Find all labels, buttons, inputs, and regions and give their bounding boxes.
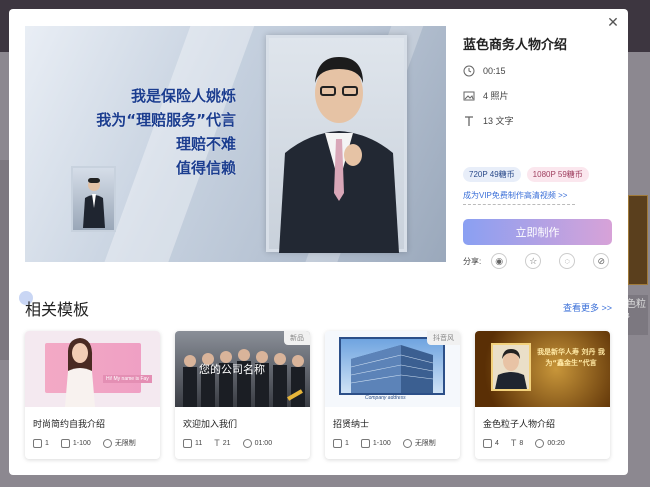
template-card-stats: 11 T 21 01:00 [183,438,310,448]
person-image [83,178,105,228]
photos-count: 4 照片 [483,91,509,101]
image-icon [33,438,42,448]
template-tag-badge: 新品 [284,331,310,345]
background-thumb [628,195,648,285]
template-preview[interactable]: 我是保险人姚烁 我为“理赔服务”代言 理赔不难 值得信赖 [25,26,446,262]
template-card[interactable]: 您的公司名称 新品 欢迎加入我们 11 T 21 01:00 [175,331,310,459]
text-icon: T [510,438,517,448]
template-card-stats: 1 1-100 无限制 [33,438,160,448]
person-image [279,57,399,253]
related-templates-list: Hi! My name is Fay 时尚简约自我介绍 1 1-100 无限制 [25,331,610,459]
image-icon [183,438,192,448]
text-count: 13 文字 [483,116,514,126]
template-title: 蓝色商务人物介绍 [463,37,568,52]
clock-icon [102,438,112,448]
image-icon [333,438,342,448]
template-thumbnail: Hi! My name is Fay [25,331,160,407]
slogan-line: 值得信赖 [175,159,236,177]
template-thumbnail: 您的公司名称 新品 [175,331,310,407]
template-card-title: 金色粒子人物介绍 [483,419,556,429]
thumbnail-caption: Company address [365,395,406,401]
duration-row: 00:15 [463,65,613,77]
text-row: 13 文字 [463,114,613,127]
qq-icon[interactable]: ◉ [491,253,508,269]
photos-row: 4 照片 [463,89,613,102]
price-1080-badge: 1080P 59糖币 [526,167,589,182]
share-label: 分享: [463,256,482,266]
price-720-badge: 720P 49糖币 [463,167,521,182]
clock-icon [402,438,412,448]
template-thumbnail: 我是新华人寿 刘丹 我为“鑫金生”代言 [475,331,610,407]
see-more-link[interactable]: 查看更多 >> [563,301,612,314]
slogan-line: 理赔不难 [175,135,236,153]
template-card-title: 招贤纳士 [333,419,370,429]
price-chips: 720P 49糖币 1080P 59糖币 [463,167,613,182]
preview-slogan: 我是保险人姚烁 我为“理赔服务”代言 理赔不难 值得信赖 [25,84,236,180]
portrait-frame [491,343,531,391]
template-card[interactable]: Company address 抖音风 招贤纳士 1 1-100 无限制 [325,331,460,459]
image-icon [483,438,492,448]
template-card-title: 时尚简约自我介绍 [33,419,106,429]
share-row: 分享: ◉ ☆ ◌ ⊘ [463,253,613,269]
clock-icon [463,65,475,77]
related-templates-title: 相关模板 [25,300,90,319]
video-icon [360,438,370,448]
clock-icon [242,438,252,448]
person-image [65,338,95,407]
template-card-stats: 1 1-100 无限制 [333,438,460,448]
clock-icon [535,438,545,448]
make-now-button[interactable]: 立即制作 [463,219,612,245]
template-info-panel: 蓝色商务人物介绍 00:15 4 照片 13 文字 720P 49糖币 1080… [463,26,613,269]
template-detail-modal: ✕ 我是保险人姚烁 我为“理赔服务”代言 理赔不难 值得信赖 蓝色商务人物介绍 … [9,9,628,475]
thumbnail-caption: 您的公司名称 [199,363,265,376]
text-icon: T [214,438,220,448]
vip-link[interactable]: 成为VIP免费制作高清视频 >> [463,190,575,205]
small-portrait-frame [71,166,116,232]
large-portrait-frame [266,35,407,253]
slogan-line: 我为“理赔服务”代言 [96,111,236,129]
template-card[interactable]: Hi! My name is Fay 时尚简约自我介绍 1 1-100 无限制 [25,331,160,459]
duration-value: 00:15 [483,66,506,76]
template-card[interactable]: 我是新华人寿 刘丹 我为“鑫金生”代言 金色粒子人物介绍 4 T 8 00:20 [475,331,610,459]
building-image [339,337,445,395]
video-icon [60,438,70,448]
thumbnail-caption: 我是新华人寿 刘丹 我为“鑫金生”代言 [537,348,605,367]
template-thumbnail: Company address 抖音风 [325,331,460,407]
link-icon[interactable]: ⊘ [593,253,610,269]
background-thumb-label: 色粒 4 [626,295,648,335]
template-card-title: 欢迎加入我们 [183,419,238,429]
weibo-icon[interactable]: ◌ [559,253,576,269]
thumbnail-caption: Hi! My name is Fay [103,375,152,383]
text-icon [465,115,473,126]
template-tag-badge: 抖音风 [427,331,460,345]
slogan-line: 我是保险人姚烁 [130,87,236,105]
template-card-stats: 4 T 8 00:20 [483,438,610,448]
background-right-thumbs: 色粒 4 [626,195,650,345]
image-icon [463,91,475,100]
qzone-icon[interactable]: ☆ [525,253,542,269]
